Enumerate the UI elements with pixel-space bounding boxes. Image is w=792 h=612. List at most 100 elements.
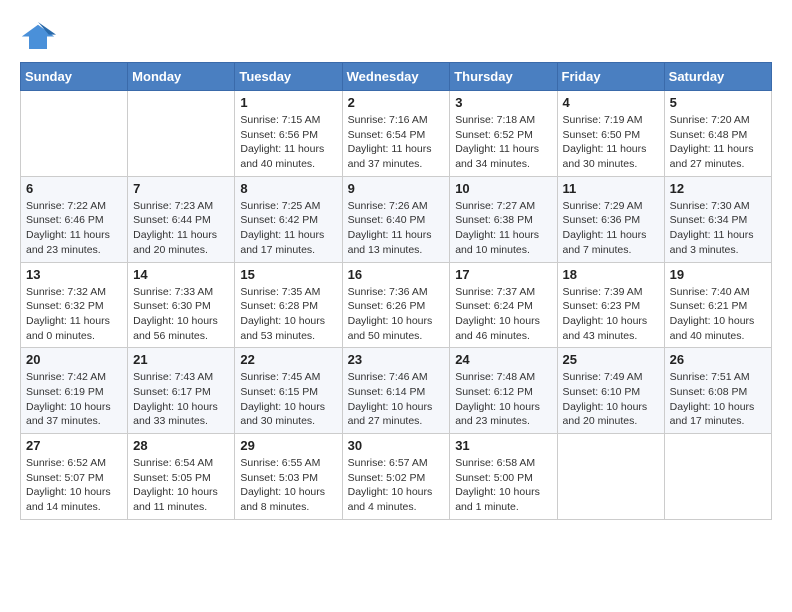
day-number: 29: [240, 438, 336, 453]
day-number: 3: [455, 95, 551, 110]
calendar-week-1: 1 Sunrise: 7:15 AM Sunset: 6:56 PM Daylig…: [21, 91, 772, 177]
calendar-cell: 18Sunrise: 7:39 AM Sunset: 6:23 PM Dayli…: [557, 262, 664, 348]
day-number: 2: [348, 95, 445, 110]
calendar-cell: 25Sunrise: 7:49 AM Sunset: 6:10 PM Dayli…: [557, 348, 664, 434]
calendar-cell: 6 Sunrise: 7:22 AM Sunset: 6:46 PM Daylig…: [21, 176, 128, 262]
day-number: 9: [348, 181, 445, 196]
calendar-cell: [557, 434, 664, 520]
day-info: Sunrise: 7:15 AM Sunset: 6:56 PM Dayligh…: [240, 113, 336, 172]
day-info: Sunrise: 7:33 AM Sunset: 6:30 PM Dayligh…: [133, 285, 229, 344]
day-info: Sunrise: 7:32 AM Sunset: 6:32 PM Dayligh…: [26, 285, 122, 344]
calendar-cell: 10Sunrise: 7:27 AM Sunset: 6:38 PM Dayli…: [450, 176, 557, 262]
day-info: Sunrise: 6:57 AM Sunset: 5:02 PM Dayligh…: [348, 456, 445, 515]
calendar-cell: 17 Sunrise: 7:37 AM Sunset: 6:24 PM Dayli…: [450, 262, 557, 348]
weekday-header-monday: Monday: [128, 63, 235, 91]
calendar-cell: 14 Sunrise: 7:33 AM Sunset: 6:30 PM Dayli…: [128, 262, 235, 348]
day-info: Sunrise: 7:48 AM Sunset: 6:12 PM Dayligh…: [455, 370, 551, 429]
day-number: 28: [133, 438, 229, 453]
calendar-cell: 15 Sunrise: 7:35 AM Sunset: 6:28 PM Dayli…: [235, 262, 342, 348]
calendar-cell: 21Sunrise: 7:43 AM Sunset: 6:17 PM Dayli…: [128, 348, 235, 434]
day-number: 22: [240, 352, 336, 367]
day-info: Sunrise: 6:55 AM Sunset: 5:03 PM Dayligh…: [240, 456, 336, 515]
calendar-cell: 30 Sunrise: 6:57 AM Sunset: 5:02 PM Dayli…: [342, 434, 450, 520]
day-number: 15: [240, 267, 336, 282]
calendar-week-5: 27 Sunrise: 6:52 AM Sunset: 5:07 PM Dayli…: [21, 434, 772, 520]
calendar-body: 1 Sunrise: 7:15 AM Sunset: 6:56 PM Daylig…: [21, 91, 772, 520]
calendar-cell: 12 Sunrise: 7:30 AM Sunset: 6:34 PM Dayli…: [664, 176, 771, 262]
day-info: Sunrise: 7:37 AM Sunset: 6:24 PM Dayligh…: [455, 285, 551, 344]
day-number: 4: [563, 95, 659, 110]
day-number: 20: [26, 352, 122, 367]
day-info: Sunrise: 7:40 AM Sunset: 6:21 PM Dayligh…: [670, 285, 766, 344]
calendar-week-3: 13Sunrise: 7:32 AM Sunset: 6:32 PM Dayli…: [21, 262, 772, 348]
calendar-cell: 27 Sunrise: 6:52 AM Sunset: 5:07 PM Dayli…: [21, 434, 128, 520]
calendar-cell: 31 Sunrise: 6:58 AM Sunset: 5:00 PM Dayli…: [450, 434, 557, 520]
day-info: Sunrise: 6:52 AM Sunset: 5:07 PM Dayligh…: [26, 456, 122, 515]
day-info: Sunrise: 7:51 AM Sunset: 6:08 PM Dayligh…: [670, 370, 766, 429]
day-number: 31: [455, 438, 551, 453]
day-info: Sunrise: 7:39 AM Sunset: 6:23 PM Dayligh…: [563, 285, 659, 344]
calendar-cell: 1 Sunrise: 7:15 AM Sunset: 6:56 PM Daylig…: [235, 91, 342, 177]
day-info: Sunrise: 7:27 AM Sunset: 6:38 PM Dayligh…: [455, 199, 551, 258]
calendar-cell: 9 Sunrise: 7:26 AM Sunset: 6:40 PM Daylig…: [342, 176, 450, 262]
day-info: Sunrise: 7:19 AM Sunset: 6:50 PM Dayligh…: [563, 113, 659, 172]
day-info: Sunrise: 7:43 AM Sunset: 6:17 PM Dayligh…: [133, 370, 229, 429]
calendar-cell: 19 Sunrise: 7:40 AM Sunset: 6:21 PM Dayli…: [664, 262, 771, 348]
day-number: 30: [348, 438, 445, 453]
day-number: 6: [26, 181, 122, 196]
day-info: Sunrise: 7:23 AM Sunset: 6:44 PM Dayligh…: [133, 199, 229, 258]
day-number: 27: [26, 438, 122, 453]
day-number: 5: [670, 95, 766, 110]
day-number: 12: [670, 181, 766, 196]
day-info: Sunrise: 7:46 AM Sunset: 6:14 PM Dayligh…: [348, 370, 445, 429]
page-header: [20, 20, 772, 52]
calendar-cell: 11Sunrise: 7:29 AM Sunset: 6:36 PM Dayli…: [557, 176, 664, 262]
day-info: Sunrise: 7:18 AM Sunset: 6:52 PM Dayligh…: [455, 113, 551, 172]
weekday-header-friday: Friday: [557, 63, 664, 91]
day-info: Sunrise: 7:26 AM Sunset: 6:40 PM Dayligh…: [348, 199, 445, 258]
day-info: Sunrise: 7:22 AM Sunset: 6:46 PM Dayligh…: [26, 199, 122, 258]
calendar-cell: 8Sunrise: 7:25 AM Sunset: 6:42 PM Daylig…: [235, 176, 342, 262]
day-info: Sunrise: 6:58 AM Sunset: 5:00 PM Dayligh…: [455, 456, 551, 515]
weekday-header-saturday: Saturday: [664, 63, 771, 91]
day-number: 8: [240, 181, 336, 196]
day-info: Sunrise: 7:42 AM Sunset: 6:19 PM Dayligh…: [26, 370, 122, 429]
day-number: 7: [133, 181, 229, 196]
day-number: 1: [240, 95, 336, 110]
calendar-cell: 7 Sunrise: 7:23 AM Sunset: 6:44 PM Daylig…: [128, 176, 235, 262]
day-number: 23: [348, 352, 445, 367]
calendar-cell: [128, 91, 235, 177]
day-number: 26: [670, 352, 766, 367]
day-info: Sunrise: 7:45 AM Sunset: 6:15 PM Dayligh…: [240, 370, 336, 429]
calendar-cell: 26 Sunrise: 7:51 AM Sunset: 6:08 PM Dayli…: [664, 348, 771, 434]
calendar-cell: 3 Sunrise: 7:18 AM Sunset: 6:52 PM Daylig…: [450, 91, 557, 177]
day-number: 19: [670, 267, 766, 282]
day-number: 11: [563, 181, 659, 196]
calendar-cell: 20 Sunrise: 7:42 AM Sunset: 6:19 PM Dayli…: [21, 348, 128, 434]
day-info: Sunrise: 7:16 AM Sunset: 6:54 PM Dayligh…: [348, 113, 445, 172]
weekday-header-sunday: Sunday: [21, 63, 128, 91]
day-number: 25: [563, 352, 659, 367]
calendar-cell: 2 Sunrise: 7:16 AM Sunset: 6:54 PM Daylig…: [342, 91, 450, 177]
weekday-header-thursday: Thursday: [450, 63, 557, 91]
calendar-cell: 29 Sunrise: 6:55 AM Sunset: 5:03 PM Dayli…: [235, 434, 342, 520]
day-number: 24: [455, 352, 551, 367]
calendar-header: SundayMondayTuesdayWednesdayThursdayFrid…: [21, 63, 772, 91]
weekday-header-wednesday: Wednesday: [342, 63, 450, 91]
calendar-cell: 28Sunrise: 6:54 AM Sunset: 5:05 PM Dayli…: [128, 434, 235, 520]
calendar-week-2: 6 Sunrise: 7:22 AM Sunset: 6:46 PM Daylig…: [21, 176, 772, 262]
day-number: 14: [133, 267, 229, 282]
calendar-cell: [21, 91, 128, 177]
day-info: Sunrise: 7:30 AM Sunset: 6:34 PM Dayligh…: [670, 199, 766, 258]
day-number: 17: [455, 267, 551, 282]
calendar-cell: 24 Sunrise: 7:48 AM Sunset: 6:12 PM Dayli…: [450, 348, 557, 434]
weekday-row: SundayMondayTuesdayWednesdayThursdayFrid…: [21, 63, 772, 91]
calendar-table: SundayMondayTuesdayWednesdayThursdayFrid…: [20, 62, 772, 520]
logo: [20, 20, 62, 52]
calendar-cell: 4 Sunrise: 7:19 AM Sunset: 6:50 PM Daylig…: [557, 91, 664, 177]
day-info: Sunrise: 7:36 AM Sunset: 6:26 PM Dayligh…: [348, 285, 445, 344]
day-info: Sunrise: 7:20 AM Sunset: 6:48 PM Dayligh…: [670, 113, 766, 172]
day-info: Sunrise: 7:35 AM Sunset: 6:28 PM Dayligh…: [240, 285, 336, 344]
calendar-cell: [664, 434, 771, 520]
calendar-week-4: 20 Sunrise: 7:42 AM Sunset: 6:19 PM Dayli…: [21, 348, 772, 434]
